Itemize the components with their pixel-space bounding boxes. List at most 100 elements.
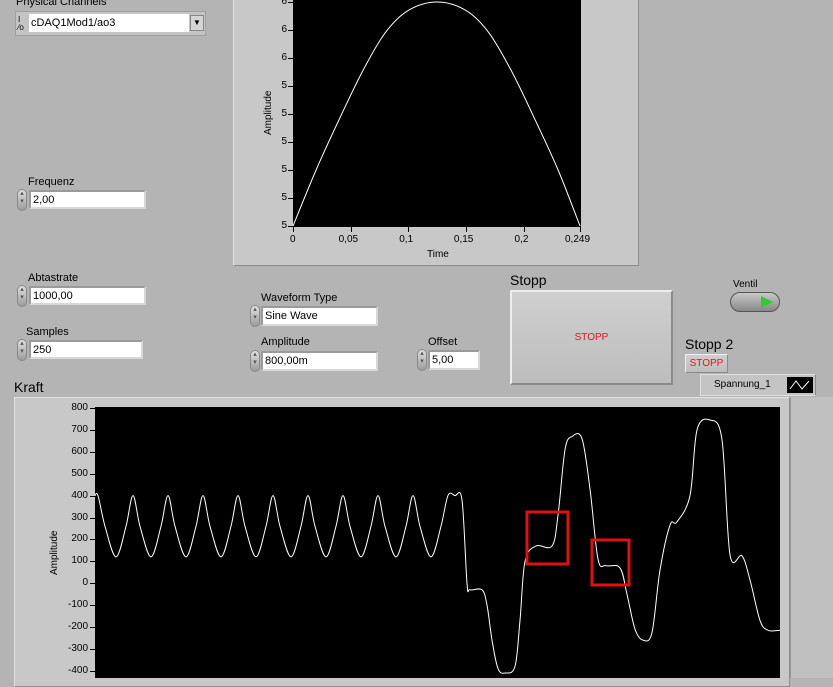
samples-input[interactable]: 250 — [29, 340, 143, 359]
top-plot-area — [293, 0, 581, 227]
frequenz-label: Frequenz — [28, 176, 75, 188]
bottom-y-tick-mark — [90, 539, 95, 541]
top-x-tick-label: 0,2 — [514, 234, 529, 245]
frequenz-stepper[interactable]: ▴ ▾ — [17, 189, 27, 211]
bottom-y-tick-mark — [90, 670, 95, 672]
top-y-tick-label: 6 — [281, 52, 287, 63]
top-x-tick-mark — [523, 227, 525, 232]
top-y-tick-mark — [288, 142, 293, 143]
plot-legend[interactable]: Spannung_1 — [700, 374, 816, 396]
bottom-y-tick-label: -400 — [67, 664, 88, 676]
top-y-tick-mark — [288, 170, 293, 171]
chevron-down-icon[interactable]: ▼ — [190, 15, 204, 31]
physical-channels-label: Physical Channels — [16, 0, 107, 8]
top-y-tick-label: 6 — [281, 0, 287, 7]
ventil-led[interactable] — [730, 292, 780, 312]
top-x-tick-label: 0,1 — [399, 234, 414, 245]
ventil-label: Ventil — [733, 279, 758, 290]
samples-stepper[interactable]: ▴ ▾ — [17, 339, 27, 361]
led-arrow-icon — [761, 296, 773, 308]
bottom-y-tick-mark — [90, 627, 95, 628]
graph-scrollbar[interactable] — [790, 397, 833, 678]
top-x-tick-label: 0,05 — [338, 234, 359, 245]
physical-channels-dropdown[interactable]: I ⁄o cDAQ1Mod1/ao3 ▼ — [15, 11, 206, 36]
offset-stepper[interactable]: ▴ ▾ — [417, 349, 427, 371]
bottom-y-tick-label: -200 — [67, 621, 88, 632]
bottom-y-tick-mark — [90, 451, 95, 453]
offset-label: Offset — [428, 336, 458, 348]
top-x-tick-label: 0 — [290, 234, 296, 245]
bottom-plot-svg — [95, 418, 780, 674]
top-y-tick-mark — [288, 86, 293, 87]
bottom-y-tick-mark — [90, 429, 95, 431]
bottom-y-tick-mark — [90, 408, 95, 409]
top-series-line — [293, 1, 581, 227]
stopp2-label: Stopp 2 — [685, 336, 734, 352]
waveform-type-ring[interactable]: Sine Wave — [261, 306, 378, 326]
legend-label: Spannung_1 — [714, 379, 771, 390]
spannung-1-series-line — [95, 418, 780, 674]
top-x-tick-mark — [408, 227, 410, 232]
bottom-plot-area — [95, 407, 780, 678]
frequenz-input[interactable]: 2,00 — [29, 190, 146, 209]
amplitude-input[interactable]: 800,00m — [261, 351, 378, 371]
physical-channels-value[interactable]: cDAQ1Mod1/ao3 — [29, 14, 189, 32]
waveform-type-label: Waveform Type — [261, 292, 338, 304]
bottom-y-tick-mark — [90, 605, 95, 607]
io-icon: I ⁄o — [18, 15, 24, 32]
abtastrate-stepper[interactable]: ▴ ▾ — [17, 285, 27, 307]
bottom-y-tick-mark — [90, 648, 95, 650]
stopp2-button[interactable]: STOPP — [685, 354, 728, 373]
top-y-tick-mark — [288, 30, 293, 31]
bottom-y-tick-mark — [90, 561, 95, 563]
bottom-y-tick-label: 500 — [71, 467, 88, 479]
stopp-button[interactable]: STOPP — [510, 290, 673, 385]
top-y-tick-label: 5 — [281, 136, 287, 147]
top-x-tick-mark — [293, 227, 294, 232]
bottom-y-tick-mark — [90, 517, 95, 519]
top-y-tick-mark — [288, 198, 293, 199]
bottom-y-tick-mark — [90, 473, 95, 475]
bottom-y-tick-mark — [90, 495, 95, 497]
stopp-button-text: STOPP — [574, 332, 609, 343]
highlight-box-1 — [525, 510, 570, 566]
top-y-tick-label: 5 — [281, 108, 287, 119]
offset-input[interactable]: 5,00 — [428, 350, 480, 370]
amplitude-stepper[interactable]: ▴ ▾ — [250, 350, 260, 372]
top-y-tick-mark — [288, 2, 293, 3]
bottom-y-tick-label: 700 — [71, 423, 88, 435]
kraft-graph-title: Kraft — [14, 379, 44, 395]
bottom-y-tick-label: -300 — [67, 642, 88, 654]
top-y-tick-label: 5 — [281, 164, 287, 175]
top-y-tick-label: 5 — [281, 80, 287, 91]
top-x-tick-mark — [465, 227, 467, 232]
stopp2-button-text: STOPP — [689, 358, 724, 369]
samples-label: Samples — [26, 326, 69, 338]
top-x-axis-label: Time — [427, 249, 449, 260]
top-x-tick-label: 0,15 — [453, 234, 474, 245]
bottom-y-tick-label: -100 — [67, 599, 88, 611]
top-x-tick-mark — [580, 227, 581, 232]
top-y-tick-label: 5 — [281, 192, 287, 203]
bottom-y-tick-label: 600 — [71, 445, 88, 457]
bottom-y-tick-label: 800 — [71, 402, 88, 413]
abtastrate-input[interactable]: 1000,00 — [29, 286, 146, 305]
stopp-label: Stopp — [510, 272, 547, 288]
bottom-y-tick-label: 400 — [71, 489, 88, 501]
bottom-y-tick-label: 100 — [71, 555, 88, 567]
top-y-tick-mark — [288, 58, 293, 59]
bottom-y-tick-label: 300 — [71, 511, 88, 523]
top-y-tick-label: 5 — [281, 220, 287, 231]
top-y-tick-mark — [288, 114, 293, 115]
top-x-tick-label: 0,249 — [565, 234, 591, 245]
abtastrate-label: Abtastrate — [28, 272, 79, 284]
amplitude-label: Amplitude — [261, 336, 310, 348]
top-y-tick-label: 6 — [281, 24, 287, 35]
waveform-type-stepper[interactable]: ▴ ▾ — [250, 305, 260, 327]
top-x-tick-mark — [350, 227, 352, 232]
top-plot-svg — [293, 1, 581, 227]
bottom-y-tick-label: 0 — [82, 577, 88, 589]
bottom-y-tick-label: 200 — [71, 533, 88, 545]
bottom-y-tick-mark — [90, 583, 95, 585]
legend-line-icon — [787, 377, 813, 393]
